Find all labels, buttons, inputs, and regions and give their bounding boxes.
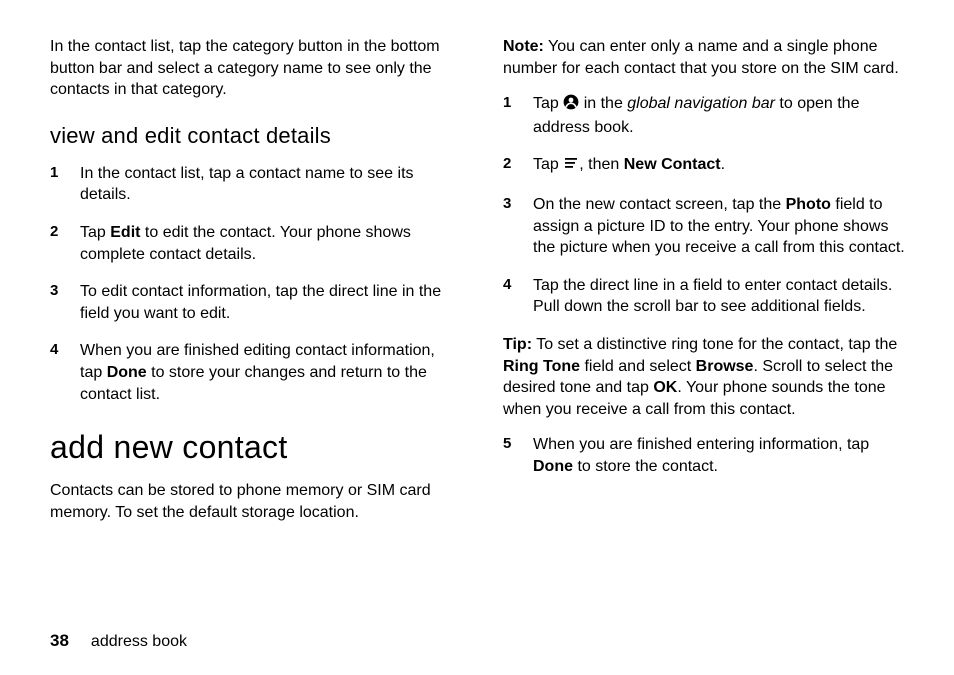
text-fragment: On the new contact screen, tap the [533,196,786,213]
step-text: When you are finished entering informati… [533,434,908,477]
section-heading-add-new: add new contact [50,429,455,466]
step-text: To edit contact information, tap the dir… [80,281,455,324]
step-text: Tap Edit to edit the contact. Your phone… [80,222,455,265]
add-contact-step-5: 5 When you are finished entering informa… [503,434,908,477]
step-number: 2 [50,222,64,242]
step-item: 2 Tap , then New Contact. [503,154,908,178]
ui-label-photo: Photo [786,196,831,213]
tip-label: Tip: [503,336,532,353]
step-item: 1 In the contact list, tap a contact nam… [50,163,455,206]
section-heading-view-edit: view and edit contact details [50,123,455,149]
step-number: 2 [503,154,517,174]
ui-label-ok: OK [653,379,677,396]
ui-label-browse: Browse [696,358,754,375]
step-item: 4 Tap the direct line in a field to ente… [503,275,908,318]
text-fragment: When you are finished entering informati… [533,436,869,453]
step-text: On the new contact screen, tap the Photo… [533,194,908,259]
text-fragment: field and select [580,358,696,375]
text-fragment: , then [579,156,623,173]
step-item: 3 To edit contact information, tap the d… [50,281,455,324]
right-column: Note: You can enter only a name and a si… [503,36,908,537]
page-footer: 38 address book [50,631,187,651]
ui-label-new-contact: New Contact [624,156,721,173]
two-column-layout: In the contact list, tap the category bu… [50,36,908,537]
view-edit-steps: 1 In the contact list, tap a contact nam… [50,163,455,405]
note-body: You can enter only a name and a single p… [503,38,899,77]
text-fragment: to store the contact. [573,458,718,475]
ui-label-done: Done [107,364,147,381]
text-fragment: in the [579,95,627,112]
ui-label-edit: Edit [110,224,140,241]
step-number: 3 [50,281,64,301]
note-label: Note: [503,38,544,55]
step-item: 5 When you are finished entering informa… [503,434,908,477]
step-text: Tap the direct line in a field to enter … [533,275,908,318]
page-number: 38 [50,631,69,650]
text-fragment: To set a distinctive ring tone for the c… [532,336,897,353]
ui-label-done: Done [533,458,573,475]
menu-icon [563,155,579,178]
step-number: 4 [503,275,517,295]
step-text: Tap , then New Contact. [533,154,908,178]
manual-page: In the contact list, tap the category bu… [0,0,954,675]
step-number: 3 [503,194,517,214]
step-text: Tap in the global navigation bar to open… [533,93,908,138]
step-number: 5 [503,434,517,454]
step-number: 1 [503,93,517,113]
left-column: In the contact list, tap the category bu… [50,36,455,537]
add-contact-intro: Contacts can be stored to phone memory o… [50,480,455,523]
section-name: address book [91,633,187,650]
step-text: When you are finished editing contact in… [80,340,455,405]
text-fragment: Tap [80,224,110,241]
text-fragment: . [721,156,725,173]
text-fragment: Tap [533,156,563,173]
note-paragraph: Note: You can enter only a name and a si… [503,36,908,79]
step-item: 4 When you are finished editing contact … [50,340,455,405]
italic-term: global navigation bar [627,95,775,112]
intro-paragraph: In the contact list, tap the category bu… [50,36,455,101]
step-number: 1 [50,163,64,183]
ui-label-ring-tone: Ring Tone [503,358,580,375]
tip-paragraph: Tip: To set a distinctive ring tone for … [503,334,908,420]
text-fragment: Tap [533,95,563,112]
add-contact-steps-1-2: 1 Tap in the global navigation bar to op… [503,93,908,318]
step-item: 1 Tap in the global navigation bar to op… [503,93,908,138]
step-item: 3 On the new contact screen, tap the Pho… [503,194,908,259]
step-text: In the contact list, tap a contact name … [80,163,455,206]
contact-icon [563,94,579,117]
step-item: 2 Tap Edit to edit the contact. Your pho… [50,222,455,265]
step-number: 4 [50,340,64,360]
